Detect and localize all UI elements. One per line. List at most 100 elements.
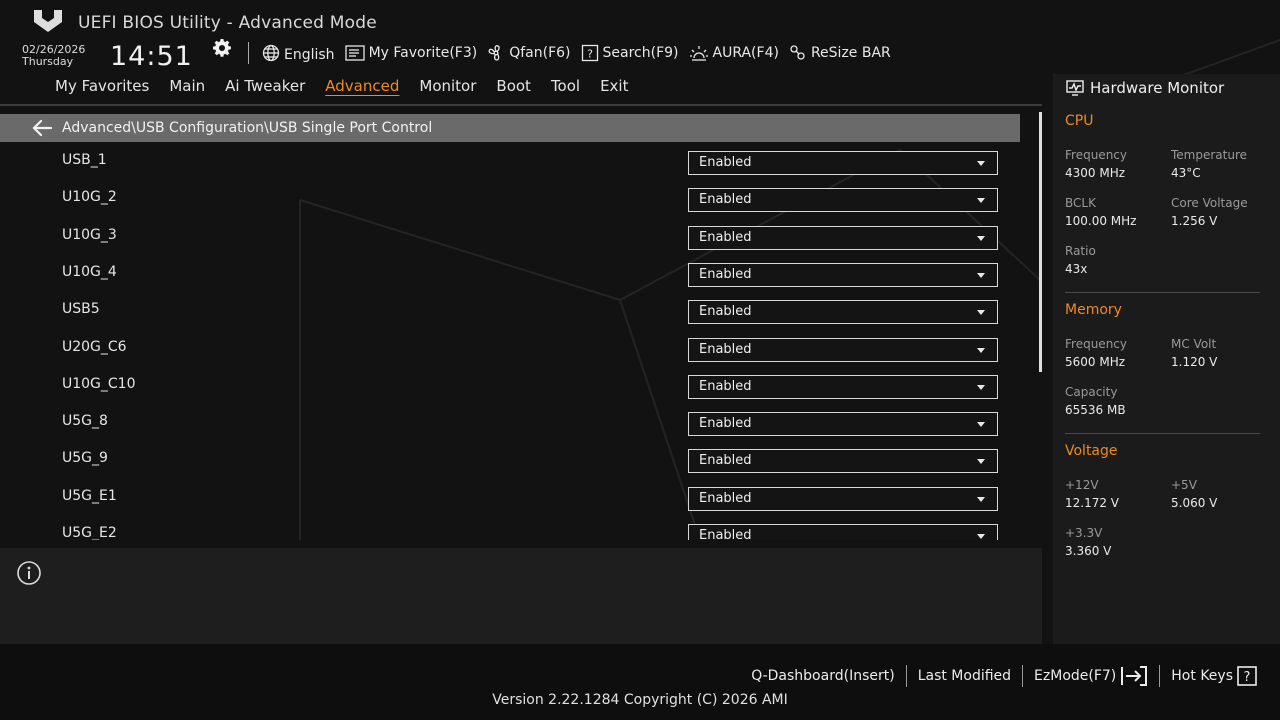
hw-divider — [1065, 292, 1260, 293]
header-separator — [248, 42, 249, 64]
tab-main[interactable]: Main — [169, 77, 205, 95]
setting-dropdown[interactable]: Enabled — [688, 337, 998, 362]
v33-label: +3.3V — [1065, 526, 1103, 540]
memory-frequency-value: 5600 MHz — [1065, 355, 1126, 369]
globe-icon — [262, 44, 280, 62]
dropdown-value: Enabled — [699, 341, 752, 357]
memory-heading: Memory — [1065, 302, 1122, 318]
capacity-label: Capacity — [1065, 385, 1118, 399]
hardware-monitor-label: Hardware Monitor — [1090, 79, 1225, 97]
dropdown-value: Enabled — [699, 378, 752, 394]
resize-bar-button[interactable]: ReSize BAR — [789, 44, 891, 62]
caret-down-icon — [977, 347, 985, 353]
caret-down-icon — [977, 198, 985, 204]
setting-dropdown[interactable]: Enabled — [688, 151, 998, 175]
exit-arrow-icon — [1121, 666, 1148, 686]
tab-ai-tweaker[interactable]: Ai Tweaker — [225, 77, 305, 95]
hardware-monitor-title: Hardware Monitor — [1066, 79, 1224, 97]
language-button[interactable]: English — [262, 44, 335, 63]
cpu-frequency-value: 4300 MHz — [1065, 166, 1126, 180]
caret-down-icon — [977, 496, 985, 502]
breadcrumb-path: Advanced\USB Configuration\USB Single Po… — [62, 120, 433, 136]
v12-label: +12V — [1065, 478, 1099, 492]
back-arrow-icon[interactable] — [31, 119, 53, 137]
setting-dropdown[interactable]: Enabled — [688, 412, 998, 437]
tuf-logo-icon — [34, 10, 62, 32]
setting-dropdown[interactable]: Enabled — [688, 225, 998, 250]
svg-text:?: ? — [587, 48, 593, 61]
resize-bar-icon — [790, 45, 805, 60]
memory-frequency-label: Frequency — [1065, 337, 1127, 351]
setting-label: U20G_C6 — [62, 338, 127, 355]
caret-down-icon — [977, 422, 985, 428]
setting-label: U10G_2 — [62, 189, 117, 206]
scrollbar[interactable] — [1039, 112, 1042, 372]
setting-dropdown[interactable]: Enabled — [688, 486, 998, 511]
setting-label: U5G_8 — [62, 413, 108, 430]
hw-divider — [1065, 433, 1260, 434]
menu-divider — [0, 104, 1042, 106]
setting-dropdown[interactable]: Enabled — [688, 188, 998, 213]
app-title: UEFI BIOS Utility - Advanced Mode — [78, 13, 377, 33]
setting-dropdown[interactable]: Enabled — [688, 262, 998, 287]
search-label: Search(F9) — [602, 45, 679, 61]
setting-row: USB5 Enabled — [0, 291, 1030, 328]
aura-button[interactable]: AURA(F4) — [689, 44, 779, 62]
dropdown-value: Enabled — [699, 453, 752, 469]
dropdown-value: Enabled — [699, 266, 752, 282]
setting-row: U20G_C6 Enabled — [0, 329, 1030, 366]
dropdown-value: Enabled — [699, 416, 752, 432]
last-modified-button[interactable]: Last Modified — [907, 668, 1022, 684]
dropdown-value: Enabled — [699, 192, 752, 208]
tab-tool[interactable]: Tool — [551, 77, 580, 95]
setting-label: USB5 — [62, 301, 100, 318]
breadcrumb: Advanced\USB Configuration\USB Single Po… — [0, 114, 1020, 142]
help-search-icon: ? — [581, 44, 598, 62]
setting-label: U5G_9 — [62, 450, 108, 467]
setting-row: USB_1 Enabled — [0, 142, 1030, 179]
tab-exit[interactable]: Exit — [600, 77, 628, 95]
resize-bar-label: ReSize BAR — [810, 45, 891, 61]
footer-links: Q-Dashboard(Insert) Last Modified EzMode… — [740, 664, 1268, 688]
v12-value: 12.172 V — [1065, 496, 1120, 510]
setting-dropdown[interactable]: Enabled — [688, 374, 998, 399]
my-favorite-button[interactable]: My Favorite(F3) — [344, 44, 477, 62]
tab-my-favorites[interactable]: My Favorites — [55, 77, 149, 95]
setting-dropdown[interactable]: Enabled — [688, 524, 998, 540]
qfan-label: Qfan(F6) — [509, 45, 571, 61]
cpu-heading: CPU — [1065, 113, 1094, 129]
setting-row: U5G_9 Enabled — [0, 440, 1030, 477]
hot-keys-label: Hot Keys — [1171, 668, 1233, 684]
settings-list: USB_1 Enabled U10G_2 Enabled U10G_3 Enab… — [0, 142, 1030, 540]
caret-down-icon — [977, 459, 985, 465]
help-description-panel — [0, 548, 1042, 644]
gear-icon[interactable] — [212, 38, 232, 58]
setting-label: USB_1 — [62, 152, 107, 168]
tab-advanced[interactable]: Advanced — [325, 77, 399, 95]
day-text: Thursday — [22, 55, 74, 68]
svg-text:?: ? — [1244, 670, 1251, 685]
tab-monitor[interactable]: Monitor — [419, 77, 476, 95]
setting-label: U10G_3 — [62, 226, 117, 243]
qfan-button[interactable]: Qfan(F6) — [487, 44, 571, 62]
dropdown-value: Enabled — [699, 304, 752, 320]
ratio-value: 43x — [1065, 262, 1088, 276]
mc-volt-value: 1.120 V — [1171, 355, 1218, 369]
v5-value: 5.060 V — [1171, 496, 1218, 510]
setting-row: U10G_3 Enabled — [0, 217, 1030, 254]
hot-keys-button[interactable]: Hot Keys ? — [1160, 666, 1268, 686]
q-dashboard-button[interactable]: Q-Dashboard(Insert) — [740, 668, 906, 684]
ezmode-button[interactable]: EzMode(F7) — [1023, 666, 1159, 686]
setting-dropdown[interactable]: Enabled — [688, 449, 998, 474]
setting-dropdown[interactable]: Enabled — [688, 300, 998, 325]
search-button[interactable]: ? Search(F9) — [581, 44, 679, 62]
tab-boot[interactable]: Boot — [496, 77, 531, 95]
setting-label: U5G_E1 — [62, 487, 117, 504]
version-text: Version 2.22.1284 Copyright (C) 2026 AMI — [492, 692, 788, 708]
voltage-heading: Voltage — [1065, 443, 1118, 459]
aura-light-icon — [689, 46, 708, 61]
question-icon: ? — [1237, 666, 1257, 686]
setting-label: U10G_4 — [62, 263, 117, 280]
caret-down-icon — [977, 534, 985, 539]
caret-down-icon — [977, 310, 985, 316]
